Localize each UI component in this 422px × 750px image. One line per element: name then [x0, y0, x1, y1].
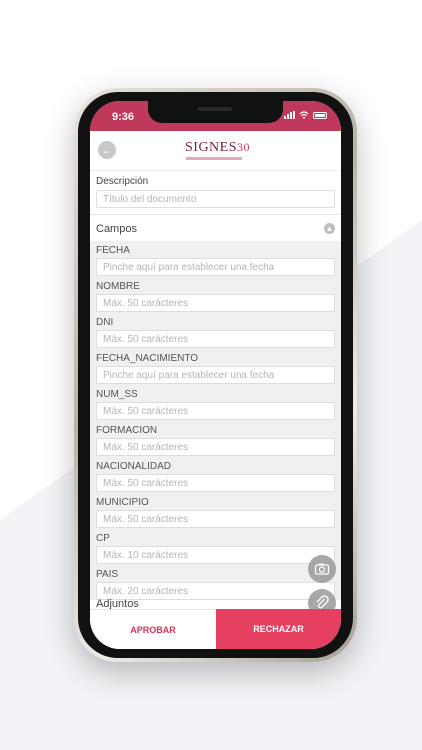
fecha-nacimiento-input[interactable]: Pinche aquí para establecer una fecha: [96, 366, 335, 384]
num-ss-input[interactable]: Máx. 50 carácteres: [96, 402, 335, 420]
camera-icon[interactable]: [308, 555, 336, 583]
field-label: DNI: [96, 317, 114, 328]
signal-icon: [284, 111, 295, 119]
campos-title: Campos: [96, 223, 137, 235]
fecha-input[interactable]: Pinche aquí para establecer una fecha: [96, 258, 335, 276]
status-bar: 9:36: [90, 101, 341, 131]
status-time: 9:36: [112, 111, 135, 123]
field-label: CP: [96, 533, 110, 544]
field-nacionalidad: NACIONALIDAD Máx. 50 carácteres: [96, 461, 335, 492]
field-label: NOMBRE: [96, 281, 140, 292]
nombre-input[interactable]: Máx. 50 carácteres: [96, 294, 335, 312]
app-logo: SIGNES30: [185, 140, 251, 155]
field-label: NUM_SS: [96, 389, 138, 400]
logo-underline: [186, 157, 242, 160]
phone-frame: 9:36 ← SIGNES30 Descripción Título del d…: [74, 88, 357, 662]
app-screen: 9:36 ← SIGNES30 Descripción Título del d…: [90, 101, 341, 649]
nacionalidad-input[interactable]: Máx. 50 carácteres: [96, 474, 335, 492]
field-nombre: NOMBRE Máx. 50 carácteres: [96, 281, 335, 312]
back-arrow-icon[interactable]: ←: [98, 141, 116, 159]
field-fecha: FECHA Pinche aquí para establecer una fe…: [96, 245, 335, 276]
cp-input[interactable]: Máx. 10 carácteres: [96, 546, 335, 564]
campos-header[interactable]: Campos ▲: [90, 215, 341, 241]
notch: [148, 101, 283, 123]
wifi-icon: [299, 111, 309, 119]
field-label: MUNICIPIO: [96, 497, 149, 508]
formacion-input[interactable]: Máx. 50 carácteres: [96, 438, 335, 456]
speaker: [198, 107, 232, 111]
field-formacion: FORMACION Máx. 50 carácteres: [96, 425, 335, 456]
field-label: FECHA_NACIMIENTO: [96, 353, 199, 364]
field-municipio: MUNICIPIO Máx. 50 carácteres: [96, 497, 335, 528]
field-label: FECHA: [96, 245, 130, 256]
chevron-up-icon[interactable]: ▲: [324, 223, 335, 234]
field-pais: PAIS Máx. 20 carácteres: [96, 569, 335, 600]
field-fecha-nacimiento: FECHA_NACIMIENTO Pinche aquí para establ…: [96, 353, 335, 384]
field-label: PAIS: [96, 569, 119, 580]
approve-button[interactable]: APROBAR: [90, 609, 216, 649]
field-label: FORMACION: [96, 425, 158, 436]
field-dni: DNI Máx. 50 carácteres: [96, 317, 335, 348]
app-header: ← SIGNES30: [90, 131, 341, 171]
descripcion-input[interactable]: Título del documento: [96, 190, 335, 208]
field-num-ss: NUM_SS Máx. 50 carácteres: [96, 389, 335, 420]
descripcion-label: Descripción: [96, 176, 149, 187]
dni-input[interactable]: Máx. 50 carácteres: [96, 330, 335, 348]
form-content: Descripción Título del documento Campos …: [90, 172, 341, 603]
action-bar: APROBAR RECHAZAR: [90, 609, 341, 649]
field-cp: CP Máx. 10 carácteres: [96, 533, 335, 564]
status-icons: [284, 111, 327, 119]
descripcion-section: Descripción Título del documento: [90, 172, 341, 215]
campos-list: FECHA Pinche aquí para establecer una fe…: [90, 241, 341, 600]
field-label: NACIONALIDAD: [96, 461, 172, 472]
municipio-input[interactable]: Máx. 50 carácteres: [96, 510, 335, 528]
battery-icon: [313, 111, 327, 119]
reject-button[interactable]: RECHAZAR: [216, 609, 341, 649]
